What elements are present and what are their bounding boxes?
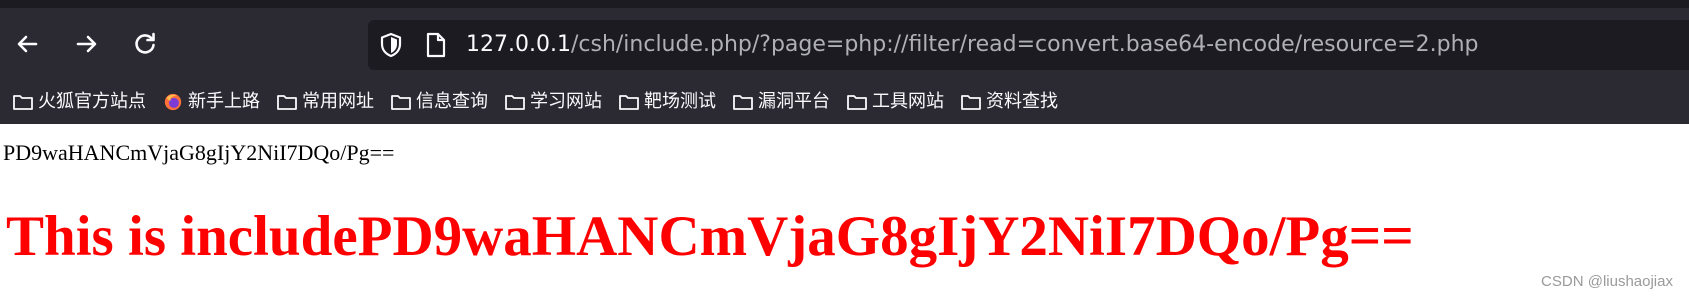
- bookmark-label: 常用网址: [302, 91, 374, 112]
- address-bar[interactable]: 127.0.0.1/csh/include.php/?page=php://fi…: [368, 20, 1689, 70]
- bookmark-folder-vuln-platforms[interactable]: 漏洞平台: [728, 86, 834, 118]
- url-path: /csh/include.php/?page=php://filter/read…: [570, 32, 1479, 57]
- page-info-icon[interactable]: [425, 31, 447, 59]
- base64-output-text: PD9waHANCmVjaG8gIjY2NiI7DQo/Pg==: [3, 140, 395, 165]
- bookmark-folder-firefox-official[interactable]: 火狐官方站点: [8, 86, 150, 118]
- folder-icon: [505, 95, 525, 110]
- tracking-protection-shield-icon[interactable]: [378, 32, 404, 58]
- folder-icon: [847, 95, 867, 110]
- window-top-edge: [0, 0, 1689, 8]
- url-host: 127.0.0.1: [466, 32, 571, 57]
- bookmark-folder-learning-sites[interactable]: 学习网站: [500, 86, 606, 118]
- bookmark-label: 靶场测试: [644, 91, 716, 112]
- bookmark-label: 工具网站: [872, 91, 944, 112]
- bookmark-folder-info-lookup[interactable]: 信息查询: [386, 86, 492, 118]
- folder-icon: [277, 95, 297, 110]
- reload-icon: [135, 32, 155, 54]
- page-heading: This is includePD9waHANCmVjaG8gIjY2NiI7D…: [6, 205, 1414, 268]
- folder-icon: [13, 95, 33, 110]
- bookmark-label: 新手上路: [188, 91, 260, 112]
- bookmark-label: 火狐官方站点: [38, 91, 146, 112]
- reload-button[interactable]: [125, 24, 165, 64]
- csdn-watermark: CSDN @liushaojiax: [1541, 273, 1673, 290]
- browser-chrome: 127.0.0.1/csh/include.php/?page=php://fi…: [0, 0, 1689, 124]
- url-text[interactable]: 127.0.0.1/csh/include.php/?page=php://fi…: [466, 30, 1479, 60]
- bookmark-folder-reference-search[interactable]: 资料查找: [956, 86, 1062, 118]
- bookmark-folder-common-sites[interactable]: 常用网址: [272, 86, 378, 118]
- bookmark-folder-tool-sites[interactable]: 工具网站: [842, 86, 948, 118]
- bookmark-label: 学习网站: [530, 91, 602, 112]
- folder-icon: [391, 95, 411, 110]
- folder-icon: [733, 95, 753, 110]
- folder-icon: [961, 95, 981, 110]
- bookmark-folder-range-testing[interactable]: 靶场测试: [614, 86, 720, 118]
- page-content: PD9waHANCmVjaG8gIjY2NiI7DQo/Pg== This is…: [0, 124, 1689, 300]
- forward-arrow-icon: [76, 35, 97, 53]
- bookmark-label: 漏洞平台: [758, 91, 830, 112]
- bookmark-label: 信息查询: [416, 91, 488, 112]
- firefox-icon: [164, 93, 182, 111]
- back-arrow-icon: [17, 35, 38, 53]
- navigation-toolbar: 127.0.0.1/csh/include.php/?page=php://fi…: [0, 8, 1689, 80]
- forward-button[interactable]: [66, 24, 106, 64]
- folder-icon: [619, 95, 639, 110]
- bookmark-label: 资料查找: [986, 91, 1058, 112]
- bookmarks-toolbar: 火狐官方站点 新手上路 常用网址 信息查询 学习网站 靶场测试 漏洞平台 工具网…: [0, 80, 1689, 124]
- bookmark-getting-started[interactable]: 新手上路: [158, 86, 264, 118]
- back-button[interactable]: [8, 24, 48, 64]
